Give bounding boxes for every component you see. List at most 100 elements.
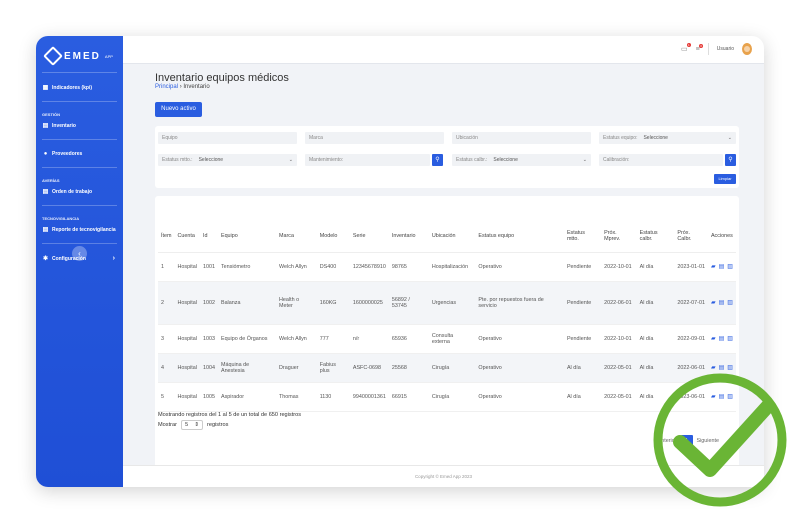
breadcrumb: Principal › Inventario (155, 84, 210, 90)
folder-icon[interactable]: ▰ (711, 335, 716, 342)
marca-filter-label: Marca (309, 135, 323, 141)
table-cell: 2022-05-01 (601, 353, 637, 383)
table-cell: Pte. por repuestos fuera de servicio (475, 281, 564, 325)
table-cell: 2022-10-01 (601, 252, 637, 282)
brand-name: EMED (64, 50, 101, 62)
equipo-filter[interactable]: Equipo (158, 132, 297, 144)
trash-icon[interactable]: ▥ (727, 299, 733, 306)
sidebar-item-label: Orden de trabajo (52, 188, 93, 195)
mantenimiento-input[interactable]: Mantenimiento: (305, 154, 430, 166)
table-row[interactable]: 2 Hospital 1002 Balanza Health o Meter 160KG 1… (158, 281, 736, 325)
estatus-mtto-select[interactable]: Estatus mtto.: Seleccione ⌄ (158, 154, 297, 166)
table-cell: 1005 (199, 382, 218, 412)
column-header: Ítem (158, 220, 175, 253)
table-cell: 2022-07-01 (674, 281, 708, 325)
records-label: registros (206, 422, 229, 428)
table-cell: Al día (563, 353, 602, 383)
sidebar-item-orden-trabajo[interactable]: ▤ Orden de trabajo (36, 183, 123, 199)
topbar: ▭ 1 ≡ 3 Usuario (123, 36, 764, 64)
folder-icon[interactable]: ▰ (711, 299, 716, 306)
table-cell: 25568 (388, 353, 429, 383)
table-cell: 56892 / 53745 (388, 281, 429, 325)
column-header: Cuenta (174, 220, 200, 253)
chart-icon: ▦ (42, 85, 49, 91)
table-cell: Operativo (475, 353, 564, 383)
trash-icon[interactable]: ▥ (727, 335, 733, 342)
brand-logo[interactable]: EMED APP (36, 36, 123, 66)
estatus-calbr-label: Estatus calbr.: (456, 157, 488, 163)
sidebar-item-label: Reporte de tecnovigilancia (52, 226, 116, 233)
actions-cell: ▰ ▤ ▥ (707, 252, 736, 282)
filters-panel: Equipo Marca Ubicación Estatus equipo: Se… (155, 126, 739, 188)
table-cell: Operativo (475, 324, 564, 354)
stepper-icon: ⇕ (194, 422, 199, 428)
sidebar-section-tecnovigilancia: TECNOVIGILANCIA (42, 216, 80, 221)
edit-icon[interactable]: ▤ (719, 263, 725, 270)
table-cell: DS400 (316, 252, 350, 282)
ubicacion-filter[interactable]: Ubicación (452, 132, 591, 144)
table-cell: Draguer (276, 353, 317, 383)
clear-filters-button[interactable]: Limpiar (714, 174, 736, 184)
calibracion-label: Calibración: (603, 157, 630, 163)
table-cell: Al día (636, 252, 675, 282)
user-name[interactable]: Usuario (717, 46, 734, 52)
notification-badge: 1 (687, 43, 691, 47)
calibracion-search-button[interactable]: ⚲ (725, 154, 736, 166)
sidebar-divider (42, 139, 117, 140)
column-header: Marca (276, 220, 317, 253)
breadcrumb-current: Inventario (183, 84, 210, 90)
sidebar-divider (42, 205, 117, 206)
estatus-calbr-select[interactable]: Estatus calbr.: Seleccione ⌄ (452, 154, 591, 166)
table-cell: Cirugía (428, 353, 476, 383)
table-cell: Hospital (174, 382, 200, 412)
sidebar-item-inventario[interactable]: ▤ Inventario (36, 117, 123, 133)
calibracion-input[interactable]: Calibración: (599, 154, 723, 166)
avatar[interactable] (742, 43, 752, 55)
actions-cell: ▰ ▤ ▥ (707, 281, 736, 325)
table-cell: 1600000025 (349, 281, 389, 325)
marca-filter[interactable]: Marca (305, 132, 444, 144)
folder-icon[interactable]: ▰ (711, 263, 716, 270)
sidebar-item-label: Inventario (52, 122, 76, 129)
sidebar-item-label: Indicadores (kpi) (52, 84, 93, 91)
sidebar-item-proveedores[interactable]: ● Proveedores (36, 146, 123, 161)
table-cell: 12345678910 (349, 252, 389, 282)
table-cell: Thomas (276, 382, 317, 412)
equipo-filter-label: Equipo (162, 135, 178, 141)
table-cell: Operativo (475, 252, 564, 282)
document-icon: ▤ (42, 227, 49, 233)
column-header: Próx. Calbr. (674, 220, 708, 253)
estatus-equipo-value: Seleccione (643, 135, 668, 141)
gear-icon: ✱ (42, 256, 49, 262)
table-row[interactable]: 1 Hospital 1001 Tensiómetro Welch Allyn DS400… (158, 252, 736, 282)
edit-icon[interactable]: ▤ (719, 335, 725, 342)
edit-icon[interactable]: ▤ (719, 299, 725, 306)
table-cell: Fabius plus (316, 353, 350, 383)
sidebar-item-kpi[interactable]: ▦ Indicadores (kpi) (36, 79, 123, 95)
table-cell: Urgencias (428, 281, 476, 325)
sidebar-collapse-button[interactable]: ‹ (72, 246, 87, 261)
table-header-row: Ítem Cuenta Id Equipo Marca Modelo Serie Invent… (158, 220, 736, 253)
page-size-select[interactable]: 5 ⇕ (180, 420, 203, 430)
table-cell: Balanza (217, 281, 277, 325)
trash-icon[interactable]: ▥ (727, 263, 733, 270)
mantenimiento-search-button[interactable]: ⚲ (432, 154, 443, 166)
document-icon: ▤ (42, 123, 49, 129)
column-header: Acciones (707, 220, 736, 253)
table-row[interactable]: 3 Hospital 1003 Equipo de Órganos Welch Ally… (158, 324, 736, 354)
table-cell: Al día (636, 324, 675, 354)
breadcrumb-root[interactable]: Principal (155, 84, 178, 90)
page-size-control: Mostrar 5 ⇕ registros (158, 420, 228, 430)
column-header: Ubicación (428, 220, 476, 253)
sidebar-item-reporte[interactable]: ▤ Reporte de tecnovigilancia (36, 221, 123, 237)
table-cell: 1130 (316, 382, 350, 412)
table-cell: 65936 (388, 324, 429, 354)
table-cell: Equipo de Órganos (217, 324, 277, 354)
pagination-info: Mostrando registros del 1 al 5 de un tot… (158, 412, 302, 418)
column-header: Equipo (217, 220, 277, 253)
estatus-equipo-select[interactable]: Estatus equipo: Seleccione ⌄ (599, 132, 736, 144)
messages-icon[interactable]: ≡ 3 (696, 43, 703, 53)
new-asset-button[interactable]: Nuevo activo (155, 102, 202, 117)
notification-icon[interactable]: ▭ 1 (681, 43, 691, 53)
sidebar-divider (42, 72, 117, 73)
